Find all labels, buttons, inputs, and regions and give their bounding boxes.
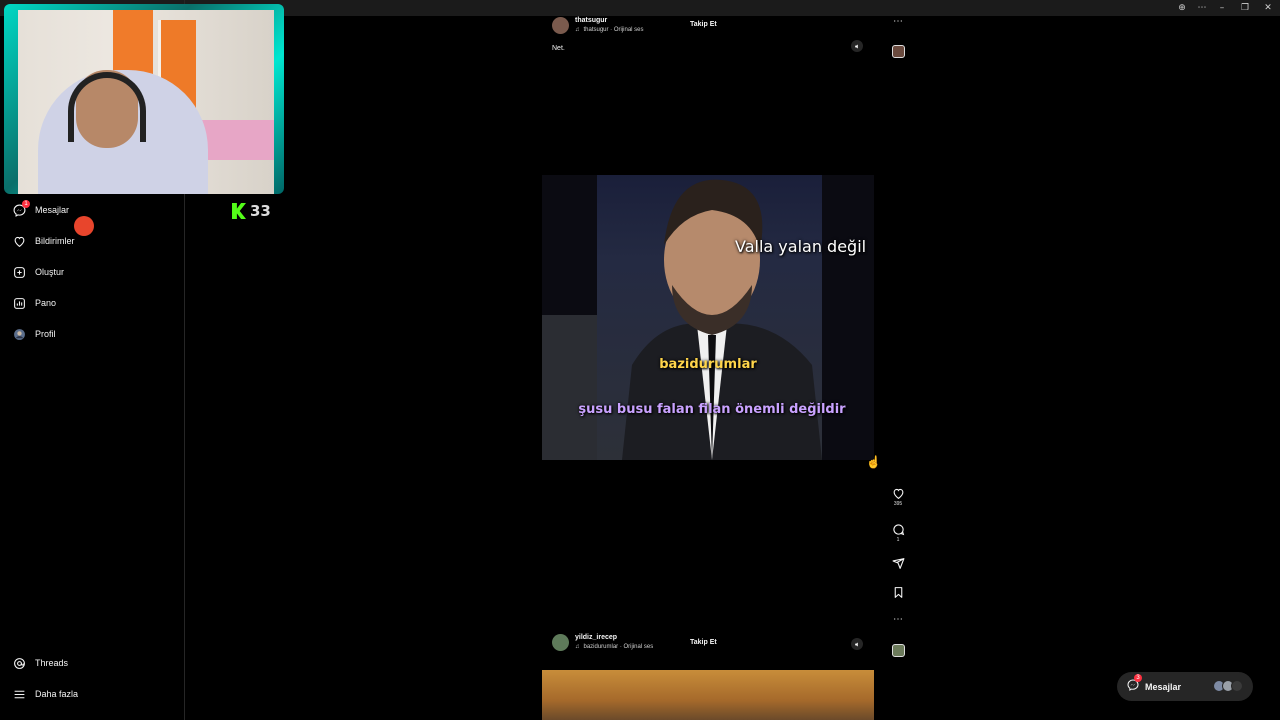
reels-feed: thatsugur ♫ thatsugur · Orijinal ses Tak… (542, 0, 874, 720)
follow-button[interactable]: Takip Et (690, 639, 717, 646)
menu-icon (12, 687, 26, 701)
post-username[interactable]: thatsugur (575, 17, 607, 24)
sidebar-item-label: Pano (35, 298, 57, 308)
webcam-overlay (4, 4, 284, 194)
notification-activity-icon (74, 216, 94, 236)
sidebar-item-messages[interactable]: 1 Mesajlar (12, 200, 70, 217)
messages-badge: 3 (1134, 673, 1142, 682)
subtitle-bottom: şusu busu falan filan önemli değildir (578, 402, 846, 417)
reel-video-next[interactable] (542, 670, 874, 720)
message-avatars (1213, 680, 1243, 692)
sidebar-item-notifications[interactable]: Bildirimler (12, 234, 75, 248)
audio-thumbnail[interactable] (888, 45, 908, 58)
like-button[interactable]: 395 (888, 487, 908, 507)
sidebar-item-label: Bildirimler (35, 236, 75, 246)
sidebar-item-profile[interactable]: Profil (12, 327, 56, 341)
messages-label: Mesajlar (1145, 681, 1182, 692)
threads-icon (12, 656, 26, 670)
webcam-video (18, 10, 274, 194)
heart-icon (893, 488, 903, 500)
comment-icon (892, 524, 904, 536)
sidebar-item-threads[interactable]: Threads (12, 656, 68, 670)
viewer-count: 33 (250, 202, 271, 220)
more-icon[interactable]: ⋯ (1191, 0, 1213, 16)
post-header: thatsugur ♫ thatsugur · Orijinal ses Tak… (542, 14, 874, 52)
music-note-icon: ♫ (575, 27, 580, 33)
close-button[interactable]: ✕ (1257, 0, 1279, 16)
avatar (1231, 680, 1243, 692)
sidebar-item-label: Threads (35, 658, 69, 668)
profile-avatar-icon (12, 327, 26, 341)
mouse-cursor-icon: ☝ (866, 455, 881, 469)
post-audio[interactable]: ♫ bazidurumlar · Orijinal ses (575, 644, 653, 650)
heart-icon (12, 234, 26, 248)
sidebar-item-label: Profil (35, 329, 56, 339)
more-options-icon[interactable]: ⋯ (888, 614, 908, 625)
post-audio[interactable]: ♫ thatsugur · Orijinal ses (575, 27, 644, 33)
audio-thumbnail[interactable] (888, 644, 908, 657)
post-header: yildiz_irecep ♫ bazidurumlar · Orijinal … (542, 631, 874, 661)
sidebar-item-label: Daha fazla (35, 689, 79, 699)
comment-count: 1 (896, 537, 900, 543)
avatar[interactable] (552, 17, 569, 34)
subtitle-middle: bazidurumlar (659, 357, 757, 372)
messages-bar[interactable]: 3 Mesajlar (1117, 672, 1253, 701)
messenger-icon: 1 (12, 200, 30, 217)
minimize-button[interactable]: – (1211, 0, 1233, 16)
subtitle-top: Valla yalan değil (735, 237, 867, 256)
reel-video[interactable]: Valla yalan değil bazidurumlar şusu busu… (542, 175, 874, 460)
zoom-icon[interactable]: ⊕ (1171, 0, 1193, 16)
kick-logo-icon (232, 203, 246, 219)
mute-icon[interactable] (851, 40, 863, 52)
like-count: 395 (893, 501, 903, 507)
sidebar-item-dashboard[interactable]: Pano (12, 296, 56, 310)
notification-badge: 1 (22, 200, 30, 208)
save-button[interactable] (888, 586, 908, 599)
post-caption: Net. (552, 45, 565, 52)
follow-button[interactable]: Takip Et (690, 21, 717, 28)
music-note-icon: ♫ (575, 644, 580, 650)
post-username[interactable]: yildiz_irecep (575, 634, 617, 641)
messenger-icon: 3 (1127, 673, 1142, 696)
sidebar-item-more[interactable]: Daha fazla (12, 687, 78, 701)
video-frame (622, 179, 822, 460)
avatar[interactable] (552, 634, 569, 651)
send-icon (892, 558, 904, 569)
more-options-icon[interactable]: ⋯ (888, 16, 908, 27)
audio-label: thatsugur · Orijinal ses (583, 27, 644, 33)
kick-viewer-count: 33 (232, 202, 271, 220)
comment-button[interactable]: 1 (888, 523, 908, 543)
dashboard-icon (12, 296, 26, 310)
audio-label: bazidurumlar · Orijinal ses (583, 644, 654, 650)
sidebar-item-create[interactable]: Oluştur (12, 265, 64, 279)
bookmark-icon (894, 587, 902, 598)
sidebar-item-label: Mesajlar (35, 205, 70, 215)
sidebar-item-label: Oluştur (35, 267, 65, 277)
mute-icon[interactable] (851, 638, 863, 650)
plus-square-icon (12, 265, 26, 279)
maximize-button[interactable]: ❐ (1234, 0, 1256, 16)
share-button[interactable] (888, 557, 908, 570)
